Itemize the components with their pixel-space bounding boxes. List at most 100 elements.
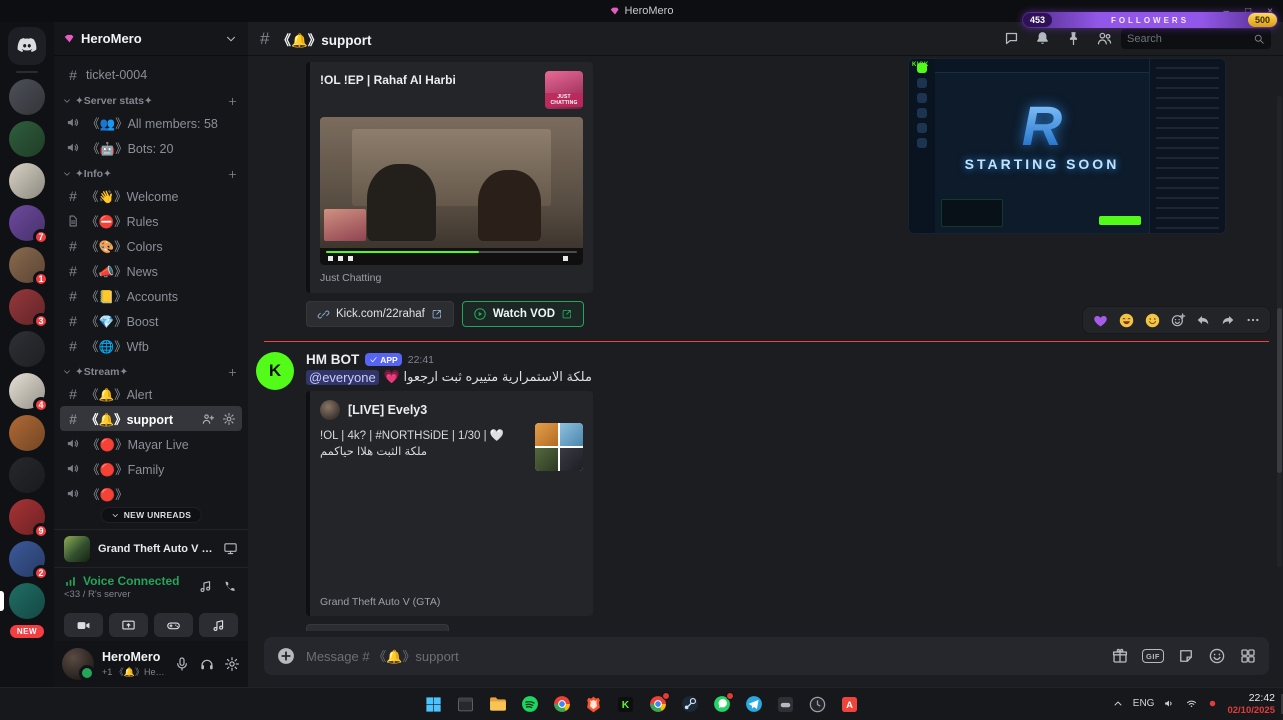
dots-icon-button[interactable] bbox=[1245, 312, 1261, 328]
channel-category[interactable]: ✦Server stats✦ bbox=[60, 87, 242, 110]
bell-icon-button[interactable] bbox=[1034, 30, 1051, 47]
soundboard-icon[interactable] bbox=[198, 579, 213, 594]
sidebar-server-server-10[interactable] bbox=[9, 457, 45, 493]
chevron-down-icon[interactable] bbox=[224, 32, 238, 46]
channel-category[interactable]: ✦Info✦ bbox=[60, 160, 242, 183]
bot-avatar[interactable]: K bbox=[256, 352, 294, 390]
sidebar-server-server-2[interactable] bbox=[9, 121, 45, 157]
camera-button[interactable] bbox=[64, 613, 103, 637]
apps-icon-button[interactable] bbox=[1239, 647, 1257, 665]
sidebar-server-server-13[interactable] bbox=[0, 583, 45, 619]
channel-item[interactable]: # 《🎨》Colors bbox=[60, 233, 242, 258]
starting-soon-image[interactable]: KICK R STARTING SOON bbox=[908, 58, 1226, 234]
taskbar-whatsapp-icon[interactable] bbox=[709, 691, 735, 717]
forward-icon-button[interactable] bbox=[1220, 312, 1236, 328]
embed-author[interactable]: !OL !EP | Rahaf Al Harbi bbox=[320, 71, 537, 109]
taskbar-clock-app-icon[interactable] bbox=[805, 691, 831, 717]
message-input[interactable] bbox=[306, 648, 1101, 664]
gift-icon-button[interactable] bbox=[1111, 647, 1129, 665]
joy-reaction[interactable] bbox=[1118, 312, 1135, 329]
channel-item-selected[interactable]: # 《🔔》support bbox=[60, 406, 242, 431]
taskbar-brave-icon[interactable] bbox=[581, 691, 607, 717]
music-button[interactable] bbox=[199, 613, 238, 637]
disconnect-icon[interactable] bbox=[223, 579, 238, 594]
channel-item[interactable]: 《🤖》Bots: 20 bbox=[60, 135, 242, 160]
embed-description[interactable]: !OL | 4k? | #NORTHSiDE | 1/30 | 🤍 ملكة ا… bbox=[320, 428, 520, 460]
channel-category[interactable]: ✦Stream✦ bbox=[60, 358, 242, 381]
search-box[interactable] bbox=[1121, 28, 1271, 49]
new-unreads-pill[interactable]: NEW UNREADS bbox=[100, 507, 202, 523]
sidebar-server-server-1[interactable] bbox=[9, 79, 45, 115]
channel-item[interactable]: 《🔴》Family bbox=[60, 456, 242, 481]
server-header[interactable]: HeroMero bbox=[54, 22, 248, 56]
search-input[interactable] bbox=[1127, 32, 1253, 45]
create-channel-icon[interactable] bbox=[227, 96, 238, 107]
message-input-box[interactable]: GIF bbox=[264, 637, 1269, 675]
taskbar-task-view-icon[interactable] bbox=[453, 691, 479, 717]
channel-item[interactable]: # ticket-0004 bbox=[60, 62, 242, 87]
sidebar-server-server-5[interactable]: 1 bbox=[9, 247, 49, 287]
taskbar-clock[interactable]: 22:42 02/10/2025 bbox=[1227, 692, 1275, 716]
taskbar-gamepad-app-icon[interactable] bbox=[773, 691, 799, 717]
addreact-icon-button[interactable] bbox=[1170, 312, 1186, 328]
user-avatar[interactable] bbox=[62, 648, 95, 681]
chat-scrollbar[interactable] bbox=[1277, 96, 1282, 567]
network-icon[interactable] bbox=[1185, 697, 1198, 710]
channel-item[interactable]: # 《💎》Boost bbox=[60, 308, 242, 333]
mic-icon-button[interactable] bbox=[174, 656, 190, 672]
gta-thumbnail[interactable] bbox=[535, 423, 583, 471]
stream-thumbnail[interactable]: JUST CHATTING bbox=[545, 71, 583, 109]
gif-icon-button[interactable]: GIF bbox=[1142, 649, 1164, 663]
channel-item[interactable]: 《🔴》 bbox=[60, 481, 242, 506]
create-channel-icon[interactable] bbox=[227, 367, 238, 378]
channel-item[interactable]: # 《🔔》Alert bbox=[60, 381, 242, 406]
sidebar-server-server-9[interactable] bbox=[9, 415, 45, 451]
purpleheart-reaction[interactable] bbox=[1092, 312, 1109, 329]
kick-link-button[interactable]: Kick.com/22rahaf bbox=[306, 301, 454, 327]
taskbar-kick-icon[interactable]: K bbox=[613, 691, 639, 717]
channel-item[interactable]: # 《📒》Accounts bbox=[60, 283, 242, 308]
channel-item[interactable]: 《⛔》Rules bbox=[60, 208, 242, 233]
gamepad-button[interactable] bbox=[154, 613, 193, 637]
taskbar-chrome-icon[interactable] bbox=[549, 691, 575, 717]
everyone-mention[interactable]: @everyone bbox=[306, 369, 379, 385]
taskbar-telegram-icon[interactable] bbox=[741, 691, 767, 717]
emoji-icon-button[interactable] bbox=[1208, 647, 1226, 665]
stream-preview-image[interactable] bbox=[320, 117, 583, 265]
channel-item[interactable]: 《👥》All members: 58 bbox=[60, 110, 242, 135]
sidebar-server-server-11[interactable]: 9 bbox=[9, 499, 49, 539]
channel-item[interactable]: # 《👋》Welcome bbox=[60, 183, 242, 208]
tray-chevron-up-icon[interactable] bbox=[1112, 698, 1124, 710]
sidebar-server-server-8[interactable]: 4 bbox=[9, 373, 49, 413]
bubble-icon-button[interactable] bbox=[1003, 30, 1020, 47]
sidebar-server-server-4[interactable]: 7 bbox=[9, 205, 49, 245]
sidebar-server-server-7[interactable] bbox=[9, 331, 45, 367]
invite-icon[interactable] bbox=[201, 412, 215, 426]
taskbar-steam-icon[interactable] bbox=[677, 691, 703, 717]
gear-icon-button[interactable] bbox=[224, 656, 240, 672]
phones-icon-button[interactable] bbox=[199, 656, 215, 672]
user-name[interactable]: HeroMero bbox=[102, 650, 166, 664]
sticker-icon-button[interactable] bbox=[1177, 647, 1195, 665]
create-channel-icon[interactable] bbox=[227, 169, 238, 180]
sidebar-server-server-6[interactable]: 3 bbox=[9, 289, 49, 329]
kick-link-button-evely3[interactable]: Kick.com/Evely3 bbox=[306, 624, 450, 631]
username[interactable]: HM BOT bbox=[306, 352, 359, 367]
taskbar-anydesk-icon[interactable]: A bbox=[837, 691, 863, 717]
screenarrow-button[interactable] bbox=[109, 613, 148, 637]
smile-reaction[interactable] bbox=[1144, 312, 1161, 329]
channel-item[interactable]: 《🔴》Mayar Live bbox=[60, 431, 242, 456]
reply-icon-button[interactable] bbox=[1195, 312, 1211, 328]
members-icon-button[interactable] bbox=[1096, 30, 1113, 47]
channel-item[interactable]: # 《🌐》Wfb bbox=[60, 333, 242, 358]
taskbar-spotify-icon[interactable] bbox=[517, 691, 543, 717]
taskbar-chrome-profile-icon[interactable] bbox=[645, 691, 671, 717]
voice-channel-label[interactable]: <33 / R's server bbox=[64, 589, 198, 600]
pin-icon-button[interactable] bbox=[1065, 30, 1082, 47]
embed-author[interactable]: [LIVE] Evely3 bbox=[348, 403, 427, 417]
sidebar-server-server-12[interactable]: 2 bbox=[9, 541, 49, 581]
discord-home-button[interactable] bbox=[8, 27, 46, 65]
keyboard-language[interactable]: ENG bbox=[1133, 698, 1155, 709]
channel-item[interactable]: # 《📣》News bbox=[60, 258, 242, 283]
screenshare-icon[interactable] bbox=[223, 541, 238, 556]
